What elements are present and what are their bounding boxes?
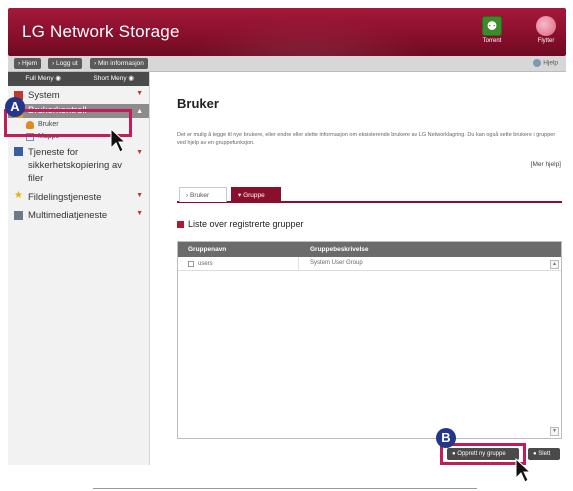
row-checkbox[interactable] bbox=[188, 261, 194, 267]
mouse-cursor-icon bbox=[515, 458, 531, 483]
page-description: Det er mulig å legge til nye brukere, el… bbox=[177, 132, 556, 146]
flytter-icon bbox=[536, 16, 556, 36]
callout-b-badge: B bbox=[436, 428, 456, 448]
sidebar-item-file-sharing[interactable]: ★ Fildelingstjeneste ▼ bbox=[8, 188, 149, 206]
col-header-group-description: Gruppebeskrivelse bbox=[310, 246, 369, 253]
callout-a-badge: A bbox=[5, 97, 25, 117]
expand-arrow-icon: ▼ bbox=[136, 192, 143, 199]
tab-gruppe[interactable]: ▾ Gruppe bbox=[231, 187, 281, 202]
flytter-label: Flytter bbox=[537, 38, 555, 44]
section-title: Liste over registrerte grupper bbox=[177, 219, 304, 229]
expand-arrow-icon: ▼ bbox=[136, 90, 143, 97]
my-info-button[interactable]: › Min informasjon bbox=[90, 58, 148, 69]
more-help-link[interactable]: [Mer hjelp] bbox=[531, 161, 561, 168]
expand-arrow-icon: ▼ bbox=[136, 210, 143, 217]
tab-short-menu[interactable]: Short Meny ◉ bbox=[79, 72, 150, 86]
callout-b-highlight bbox=[440, 443, 526, 465]
tab-full-menu[interactable]: Full Meny ◉ bbox=[8, 72, 79, 86]
mouse-cursor-icon bbox=[110, 128, 126, 153]
menu-tabs: Full Meny ◉ Short Meny ◉ bbox=[8, 72, 149, 86]
torrent-label: Torrent bbox=[482, 38, 502, 44]
table-row[interactable]: users System User Group bbox=[178, 257, 561, 271]
logout-button[interactable]: › Logg ut bbox=[48, 58, 82, 69]
group-description-cell: System User Group bbox=[310, 260, 363, 266]
collapse-arrow-icon: ▲ bbox=[136, 108, 143, 115]
multimedia-icon bbox=[14, 211, 23, 220]
app-title: LG Network Storage bbox=[22, 22, 180, 41]
backup-icon bbox=[14, 147, 23, 156]
torrent-button[interactable]: ⚉ Torrent bbox=[472, 14, 512, 52]
table-header: Gruppenavn Gruppebeskrivelse bbox=[178, 242, 561, 257]
delete-button[interactable]: ● Slett bbox=[528, 448, 560, 460]
footer-divider bbox=[93, 488, 477, 489]
content-tabs: › Bruker ▾ Gruppe bbox=[177, 186, 562, 203]
tab-bruker[interactable]: › Bruker bbox=[179, 187, 227, 202]
flytter-button[interactable]: Flytter bbox=[526, 14, 566, 52]
sidebar-item-multimedia[interactable]: Multimediatjeneste ▼ bbox=[8, 206, 149, 224]
star-icon: ★ bbox=[14, 190, 23, 201]
home-button[interactable]: › Hjem bbox=[14, 58, 42, 69]
sidebar-item-backup[interactable]: Tjeneste for sikkerhetskopiering av file… bbox=[8, 142, 149, 188]
app-header: LG Network Storage ⚉ Torrent Flytter bbox=[8, 8, 566, 56]
sidebar-item-system[interactable]: System ▼ bbox=[8, 86, 149, 104]
scroll-down-icon[interactable]: ▼ bbox=[550, 427, 559, 436]
scroll-up-icon[interactable]: ▲ bbox=[550, 260, 559, 269]
header-decoration bbox=[158, 8, 458, 56]
expand-arrow-icon: ▼ bbox=[136, 149, 143, 156]
col-header-group-name: Gruppenavn bbox=[188, 246, 227, 253]
group-name-cell: users bbox=[198, 261, 213, 267]
section-bullet-icon bbox=[177, 221, 184, 229]
top-nav: › Hjem › Logg ut › Min informasjon Hjelp bbox=[8, 56, 566, 72]
group-table: Gruppenavn Gruppebeskrivelse users Syste… bbox=[177, 241, 562, 439]
column-divider bbox=[298, 257, 299, 271]
page-title: Bruker bbox=[177, 96, 219, 111]
torrent-icon: ⚉ bbox=[482, 16, 502, 36]
help-link[interactable]: Hjelp bbox=[533, 59, 558, 67]
help-icon bbox=[533, 59, 542, 67]
